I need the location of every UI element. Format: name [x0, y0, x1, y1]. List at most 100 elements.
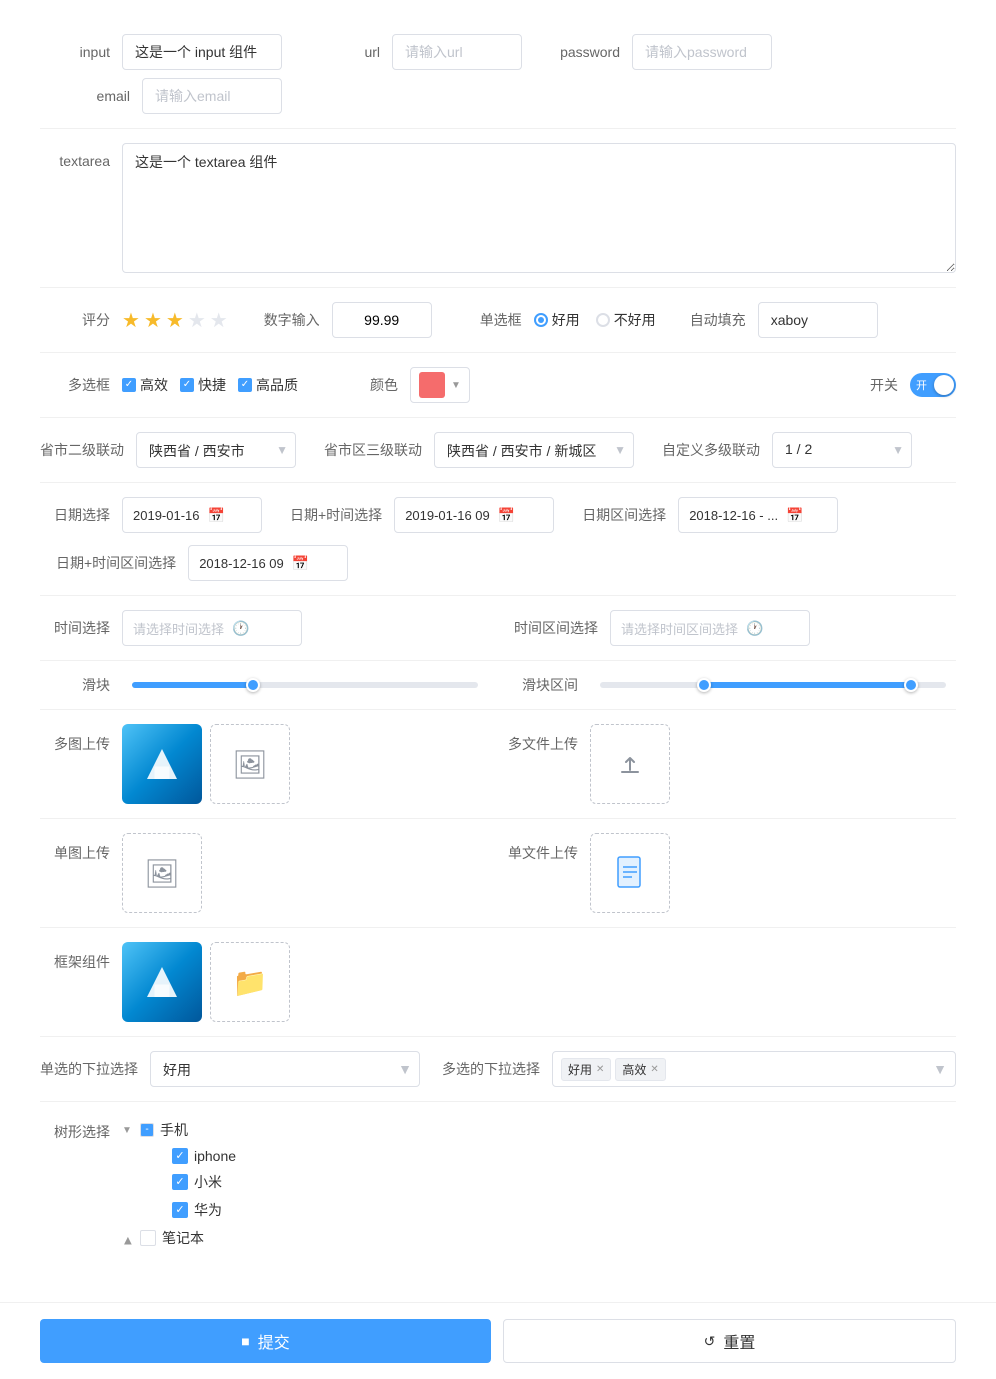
datetimerange-picker[interactable]: 2018-12-16 09 📅 [188, 545, 348, 581]
url-input[interactable] [392, 34, 522, 70]
province-city-cascader[interactable]: 陕西省 / 西安市 ▼ [136, 432, 296, 468]
time-icon: 🕐 [232, 620, 249, 637]
multi-tag-efficient: 高效 ✕ [615, 1058, 665, 1081]
sliderrange-track[interactable] [590, 682, 956, 688]
sliderrange-thumb-left[interactable] [697, 678, 711, 692]
checkbox-quality[interactable]: 高品质 [238, 375, 298, 395]
star-3[interactable]: ★ [166, 308, 184, 333]
reset-button[interactable]: ↺ 重置 [503, 1319, 956, 1363]
single-select-field[interactable]: 好用 [150, 1051, 420, 1087]
single-file-upload[interactable] [590, 833, 670, 913]
email-label: email [60, 88, 130, 104]
uploaded-image-1[interactable] [122, 724, 202, 804]
sliderrange-thumb-right[interactable] [904, 678, 918, 692]
single-image-icon: 🖼 [144, 857, 180, 890]
checkbox-quality-box [238, 378, 252, 392]
checkbox-efficient-box [122, 378, 136, 392]
cascader1-arrow: ▼ [276, 443, 288, 457]
multi-file-label: 多文件上传 [508, 734, 578, 754]
sliderrange-label: 滑块区间 [508, 675, 578, 695]
autocomplete-label: 自动填充 [676, 310, 746, 330]
radio-group: 好用 不好用 [534, 310, 656, 330]
tree-check-huawei[interactable] [172, 1202, 188, 1218]
framework-label: 框架组件 [40, 952, 110, 972]
tree-check-iphone[interactable] [172, 1148, 188, 1164]
checkbox-fast-label: 快捷 [198, 375, 226, 395]
tree-check-xiaomi[interactable] [172, 1174, 188, 1190]
tree-check-phone[interactable] [140, 1123, 154, 1137]
reset-icon: ↺ [704, 1333, 716, 1350]
color-label: 颜色 [328, 375, 398, 395]
daterange-picker[interactable]: 2018-12-16 - ... 📅 [678, 497, 838, 533]
time-picker[interactable]: 请选择时间选择 🕐 [122, 610, 302, 646]
datetime-picker[interactable]: 2019-01-16 09 📅 [394, 497, 554, 533]
color-swatch [419, 372, 445, 398]
framework-upload-slot[interactable]: 📁 [210, 942, 290, 1022]
star-1[interactable]: ★ [122, 308, 140, 333]
tree-label-laptop: 笔记本 [162, 1228, 204, 1248]
autocomplete-input[interactable] [758, 302, 878, 338]
multi-file-upload[interactable] [590, 724, 678, 804]
star-2[interactable]: ★ [144, 308, 162, 333]
tree-item-xiaomi[interactable]: 小米 [172, 1168, 236, 1196]
tree-expand-laptop[interactable]: ▶ [123, 1232, 134, 1244]
tree-item-huawei[interactable]: 华为 [172, 1196, 236, 1224]
file-icon [610, 853, 650, 893]
custom-multi-cascader[interactable]: 1 / 2 ▼ [772, 432, 912, 468]
color-picker[interactable]: ▼ [410, 367, 470, 403]
tree-check-laptop[interactable] [140, 1230, 156, 1246]
timerange-picker[interactable]: 请选择时间区间选择 🕐 [610, 610, 810, 646]
slider-thumb[interactable] [246, 678, 260, 692]
datetimerange-label: 日期+时间区间选择 [56, 553, 176, 573]
date-label: 日期选择 [40, 505, 110, 525]
radio-option-good[interactable]: 好用 [534, 310, 580, 330]
tree-item-phone[interactable]: ▼ 手机 [122, 1116, 236, 1144]
rating-stars[interactable]: ★ ★ ★ ★ ★ [122, 308, 230, 333]
daterange-icon: 📅 [786, 507, 803, 524]
star-5[interactable]: ★ [210, 308, 228, 333]
daterange-label: 日期区间选择 [582, 505, 666, 525]
daterange-value: 2018-12-16 - ... [689, 508, 778, 523]
password-input[interactable] [632, 34, 772, 70]
tree-label-xiaomi: 小米 [194, 1172, 222, 1192]
time-placeholder: 请选择时间选择 [133, 619, 224, 638]
input-field[interactable] [122, 34, 282, 70]
tree-label: 树形选择 [40, 1122, 110, 1142]
radio-option-bad[interactable]: 不好用 [596, 310, 656, 330]
tree-item-iphone[interactable]: iphone [172, 1144, 236, 1168]
province-city-value: 陕西省 / 西安市 [136, 432, 296, 468]
radio-label-bad: 不好用 [614, 310, 656, 330]
submit-button[interactable]: ■ 提交 [40, 1319, 491, 1363]
multi-select-field[interactable]: 好用 ✕ 高效 ✕ ▼ [552, 1051, 956, 1087]
multi-file-slot[interactable] [590, 724, 670, 804]
multi-image-slot-2[interactable]: 🖼 [210, 724, 290, 804]
submit-icon: ■ [241, 1333, 249, 1349]
multi-tag-good-close[interactable]: ✕ [596, 1064, 604, 1075]
multi-tag-good: 好用 ✕ [561, 1058, 611, 1081]
date-picker[interactable]: 2019-01-16 📅 [122, 497, 262, 533]
toggle-switch[interactable]: 开 [910, 373, 956, 397]
star-4[interactable]: ★ [188, 308, 206, 333]
email-input[interactable] [142, 78, 282, 114]
multi-tag-efficient-close[interactable]: ✕ [650, 1064, 658, 1075]
datetimerange-value: 2018-12-16 09 [199, 556, 284, 571]
number-input[interactable] [332, 302, 432, 338]
upload-cloud-icon [614, 748, 646, 780]
checkbox-efficient[interactable]: 高效 [122, 375, 168, 395]
date-value: 2019-01-16 [133, 508, 200, 523]
cascader3-arrow: ▼ [892, 443, 904, 457]
textarea-field[interactable]: 这是一个 textarea 组件 [122, 143, 956, 273]
multi-select-arrow: ▼ [933, 1061, 947, 1077]
tree-expand-phone[interactable]: ▼ [122, 1125, 134, 1136]
tree-children-phone: iphone 小米 华为 [122, 1144, 236, 1224]
checkbox-fast[interactable]: 快捷 [180, 375, 226, 395]
rating-label: 评分 [40, 310, 110, 330]
single-image-upload[interactable]: 🖼 [122, 833, 202, 913]
province-city-district-label: 省市区三级联动 [324, 440, 422, 460]
province-city-district-cascader[interactable]: 陕西省 / 西安市 / 新城区 ▼ [434, 432, 634, 468]
number-label: 数字输入 [250, 310, 320, 330]
slider-track[interactable] [122, 682, 488, 688]
framework-icon-1[interactable] [122, 942, 202, 1022]
single-select-wrapper[interactable]: 好用 ▼ [150, 1051, 420, 1087]
tree-item-laptop[interactable]: ▶ 笔记本 [122, 1224, 236, 1252]
